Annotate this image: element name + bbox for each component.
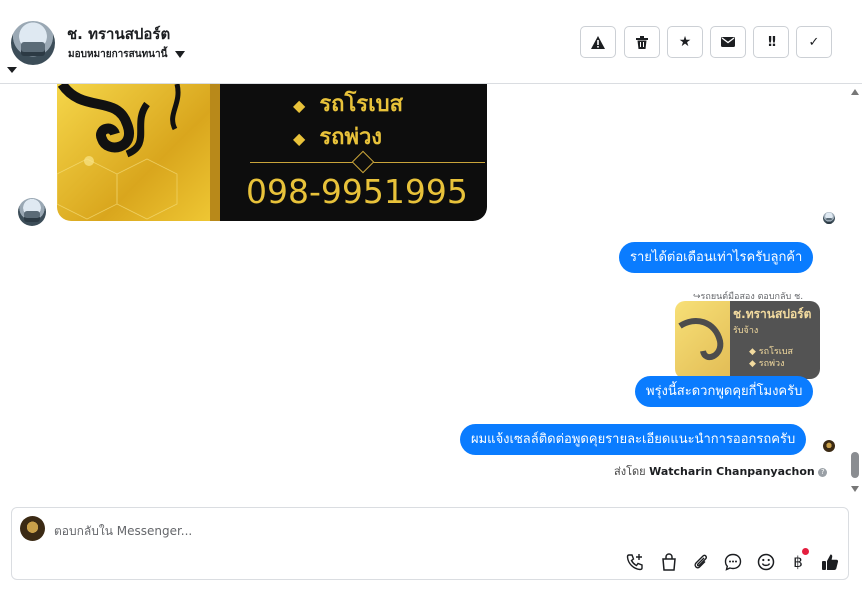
banner-gold-strip: [210, 84, 220, 221]
call-add-icon[interactable]: [625, 552, 645, 572]
assign-label: มอบหมายการสนทนานี้: [68, 49, 168, 60]
diamond-icon: ◆: [293, 96, 306, 115]
scroll-up-arrow[interactable]: [851, 89, 859, 95]
thumb-title: ช.ทรานสปอร์ต: [733, 307, 812, 321]
notification-dot: [802, 548, 809, 555]
message-bubble[interactable]: รายได้ต่อเดือนเท่าไรครับลูกค้า: [619, 242, 814, 273]
seen-avatar: [823, 440, 835, 452]
info-icon[interactable]: ?: [818, 467, 828, 477]
reply-input[interactable]: [52, 520, 756, 542]
page-avatar[interactable]: [11, 21, 55, 65]
scroll-down-arrow[interactable]: [851, 486, 859, 492]
report-button[interactable]: [580, 26, 616, 58]
like-icon[interactable]: [820, 552, 840, 572]
baht-icon[interactable]: ฿: [788, 548, 809, 572]
assign-conversation[interactable]: มอบหมายการสนทนานี้: [68, 47, 185, 62]
banner-line-2: ◆ รถพ่วง: [293, 125, 383, 150]
check-icon: ✓: [808, 34, 820, 50]
user-avatar: [20, 516, 45, 541]
chat-icon[interactable]: [723, 552, 743, 572]
warning-icon: [591, 35, 605, 49]
mail-icon: [721, 37, 735, 47]
chevron-down-icon: [174, 50, 185, 58]
seen-avatar: [823, 212, 835, 224]
mark-unread-button[interactable]: [710, 26, 746, 58]
star-button[interactable]: ★: [667, 26, 703, 58]
avatar-dropdown-icon[interactable]: [7, 67, 17, 73]
done-button[interactable]: ✓: [796, 26, 832, 58]
diamond-icon: ◆: [293, 129, 306, 148]
reply-thumbnail[interactable]: ช.ทรานสปอร์ต รับจ้าง ◆ รถโรเบส ◆ รถพ่วง: [675, 301, 820, 379]
banner-line-1: ◆ รถโรเบส: [293, 92, 403, 117]
ornament-graphic: [57, 84, 181, 220]
message-scrollbar[interactable]: [848, 86, 862, 496]
bag-icon[interactable]: [659, 552, 679, 572]
message-bubble[interactable]: ผมแจ้งเซลล์ติดต่อพูดคุยรายละเอียดแนะนำกา…: [460, 424, 807, 455]
star-icon: ★: [678, 34, 692, 50]
thumb-ornament: [678, 318, 724, 361]
conversation-header: ช. ทรานสปอร์ต มอบหมายการสนทนานี้ ★ !! ✓: [0, 0, 862, 84]
thumb-sub: รับจ้าง: [733, 326, 759, 336]
thumb-line-2: ◆ รถพ่วง: [749, 359, 785, 369]
delete-button[interactable]: [624, 26, 660, 58]
priority-icon: !!: [767, 34, 777, 50]
banner-image-message[interactable]: ◆ รถโรเบส ◆ รถพ่วง 098-9951995: [57, 84, 487, 221]
sent-by: ส่งโดย Watcharin Chanpanyachon ?: [614, 462, 828, 480]
banner-phone: 098-9951995: [246, 172, 468, 211]
sender-name: Watcharin Chanpanyachon: [649, 465, 815, 478]
attach-icon[interactable]: [691, 552, 711, 572]
trash-icon: [636, 35, 648, 49]
scroll-thumb[interactable]: [851, 452, 859, 478]
sender-avatar: [18, 198, 46, 226]
priority-button[interactable]: !!: [753, 26, 789, 58]
emoji-icon[interactable]: [756, 552, 776, 572]
sent-by-label: ส่งโดย: [614, 465, 646, 478]
message-bubble[interactable]: พรุ่งนี้สะดวกพูดคุยกี่โมงครับ: [635, 376, 814, 407]
page-name: ช. ทรานสปอร์ต: [67, 25, 171, 43]
